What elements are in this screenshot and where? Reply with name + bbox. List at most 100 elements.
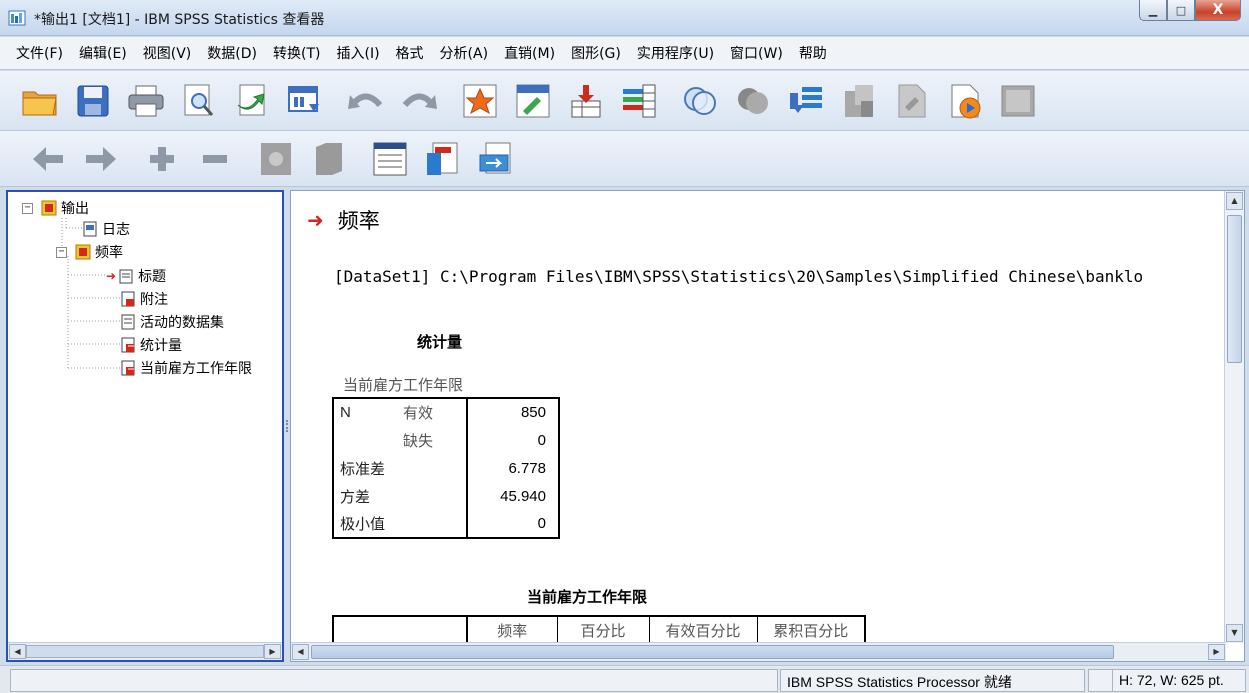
spss-viewer-icon: [8, 10, 26, 26]
row-sublabel: 缺失: [403, 433, 434, 450]
menu-transform[interactable]: 转换(T): [265, 43, 328, 63]
window-title: *输出1 [文档1] - IBM SPSS Statistics 查看器: [34, 12, 325, 28]
hide-icon[interactable]: [309, 139, 349, 179]
menu-direct-marketing[interactable]: 直销(M): [496, 43, 563, 63]
outline-horizontal-scrollbar[interactable]: ◀ ▶: [8, 642, 282, 660]
scroll-left-icon[interactable]: ◀: [292, 644, 309, 660]
scroll-right-icon[interactable]: ▶: [1208, 644, 1225, 660]
title-bar: *输出1 [文档1] - IBM SPSS Statistics 查看器 ▁ □…: [0, 0, 1249, 36]
select-cases-icon[interactable]: [733, 81, 773, 121]
tree-label-statistics: 统计量: [140, 338, 182, 354]
content-horizontal-scrollbar[interactable]: ◀ ▶: [291, 642, 1226, 661]
row-label: 标准差: [340, 460, 386, 478]
forward-arrow-icon[interactable]: [81, 139, 121, 179]
dimensions-status: H: 72, W: 625 pt.: [1112, 669, 1246, 692]
spell-check-icon[interactable]: [998, 81, 1038, 121]
row-value: 45.940: [466, 482, 559, 510]
outline-tree: − 输出 日志 − 频率 ➜ 标题 附注 活动的数据集 统计量 当前雇方工作年限: [8, 192, 282, 640]
row-label: 方差: [340, 488, 371, 506]
expand-icon[interactable]: [142, 139, 182, 179]
goto-case-icon[interactable]: [460, 81, 500, 121]
content-vertical-scrollbar[interactable]: ▲ ▼: [1224, 191, 1244, 643]
open-folder-icon[interactable]: [20, 81, 60, 121]
scroll-up-icon[interactable]: ▲: [1226, 192, 1243, 210]
menu-insert[interactable]: 插入(I): [328, 43, 387, 63]
value-labels-icon[interactable]: [945, 81, 985, 121]
scrollbar-thumb[interactable]: [1227, 215, 1242, 363]
status-bar: IBM SPSS Statistics Processor 就绪 H: 72, …: [0, 665, 1249, 693]
statistics-table[interactable]: N 有效 850 缺失 0 标准差 6.778 方差 45.940 极小值 0: [332, 397, 560, 539]
menu-view[interactable]: 视图(V): [135, 43, 200, 63]
redo-icon[interactable]: [399, 81, 439, 121]
maximize-button[interactable]: □: [1167, 0, 1195, 21]
menu-bar: 文件(F) 编辑(E) 视图(V) 数据(D) 转换(T) 插入(I) 格式 分…: [0, 37, 1249, 70]
variables-icon[interactable]: [619, 81, 659, 121]
table-row: N 有效 850: [333, 398, 559, 426]
row-value: 6.778: [466, 454, 559, 482]
menu-window[interactable]: 窗口(W): [722, 43, 791, 63]
weight-cases-icon[interactable]: [892, 81, 932, 121]
tree-node-statistics[interactable]: 统计量: [120, 335, 182, 355]
back-arrow-icon[interactable]: [28, 139, 68, 179]
processor-status: IBM SPSS Statistics Processor 就绪: [780, 669, 1085, 692]
menu-graphs[interactable]: 图形(G): [563, 43, 629, 63]
current-item-arrow-icon: ➜: [307, 208, 324, 232]
menu-file[interactable]: 文件(F): [8, 43, 71, 63]
tree-node-employment-years[interactable]: 当前雇方工作年限: [120, 358, 252, 378]
minimize-button[interactable]: ▁: [1139, 0, 1167, 21]
dataset-path: [DataSet1] C:\Program Files\IBM\SPSS\Sta…: [334, 267, 1144, 286]
freq-table-title: 当前雇方工作年限: [527, 590, 648, 606]
frequency-table[interactable]: 频率 百分比 有效百分比 累积百分比: [332, 615, 866, 644]
output-content-pane[interactable]: ➜ 频率 [DataSet1] C:\Program Files\IBM\SPS…: [290, 190, 1245, 662]
use-variable-sets-icon[interactable]: [786, 81, 826, 121]
tree-node-active-dataset[interactable]: 活动的数据集: [120, 312, 224, 332]
column-header: 累积百分比: [756, 616, 866, 644]
scroll-left-icon[interactable]: ◀: [9, 644, 26, 659]
scrollbar-thumb[interactable]: [311, 645, 1114, 659]
scroll-right-icon[interactable]: ▶: [264, 644, 281, 659]
tree-label-employment-years: 当前雇方工作年限: [140, 361, 252, 377]
menu-data[interactable]: 数据(D): [199, 43, 265, 63]
show-icon[interactable]: [256, 139, 296, 179]
stats-table-title: 统计量: [417, 335, 463, 351]
print-icon[interactable]: [126, 81, 166, 121]
export-icon[interactable]: [232, 81, 272, 121]
menu-edit[interactable]: 编辑(E): [71, 43, 135, 63]
insert-cases-icon[interactable]: [566, 81, 606, 121]
tree-connector-lines: [61, 218, 120, 369]
close-button[interactable]: X: [1195, 0, 1241, 21]
menu-format[interactable]: 格式: [388, 43, 432, 63]
heading-text: 频率: [337, 209, 380, 233]
column-header: 百分比: [556, 616, 649, 644]
column-header: 有效百分比: [648, 616, 757, 644]
split-file-icon[interactable]: [839, 81, 879, 121]
print-preview-icon[interactable]: [179, 81, 219, 121]
row-sublabel: [397, 482, 467, 510]
collapse-icon[interactable]: [195, 139, 235, 179]
row-label: N: [340, 404, 351, 421]
goto-variable-icon[interactable]: [513, 81, 553, 121]
menu-analyze[interactable]: 分析(A): [432, 43, 497, 63]
menu-help[interactable]: 帮助: [791, 43, 835, 63]
undo-icon[interactable]: [346, 81, 386, 121]
insert-title-icon[interactable]: [423, 139, 463, 179]
menu-utilities[interactable]: 实用程序(U): [629, 43, 722, 63]
scroll-down-icon[interactable]: ▼: [1226, 624, 1243, 642]
recall-dialog-icon[interactable]: [285, 81, 325, 121]
window-controls: ▁ □ X: [1139, 0, 1241, 22]
insert-text-icon[interactable]: [476, 139, 516, 179]
column-header: 频率: [466, 616, 557, 644]
tree-label-active-dataset: 活动的数据集: [140, 315, 224, 331]
outline-pane[interactable]: − 输出 日志 − 频率 ➜ 标题 附注 活动的数据集 统计量 当前雇方工作年限…: [6, 190, 284, 662]
insert-heading-icon[interactable]: [370, 139, 410, 179]
table-row: 缺失 0: [333, 426, 559, 454]
scrollbar-thumb[interactable]: [26, 645, 264, 658]
save-icon[interactable]: [73, 81, 113, 121]
row-value: 0: [466, 426, 559, 454]
table-header-row: 频率 百分比 有效百分比 累积百分比: [332, 616, 866, 644]
splitter-grip[interactable]: [286, 420, 288, 432]
table-row: 极小值 0: [333, 510, 559, 538]
row-sublabel: [397, 454, 467, 482]
row-label: 极小值: [340, 516, 386, 533]
show-all-variables-icon[interactable]: [680, 81, 720, 121]
